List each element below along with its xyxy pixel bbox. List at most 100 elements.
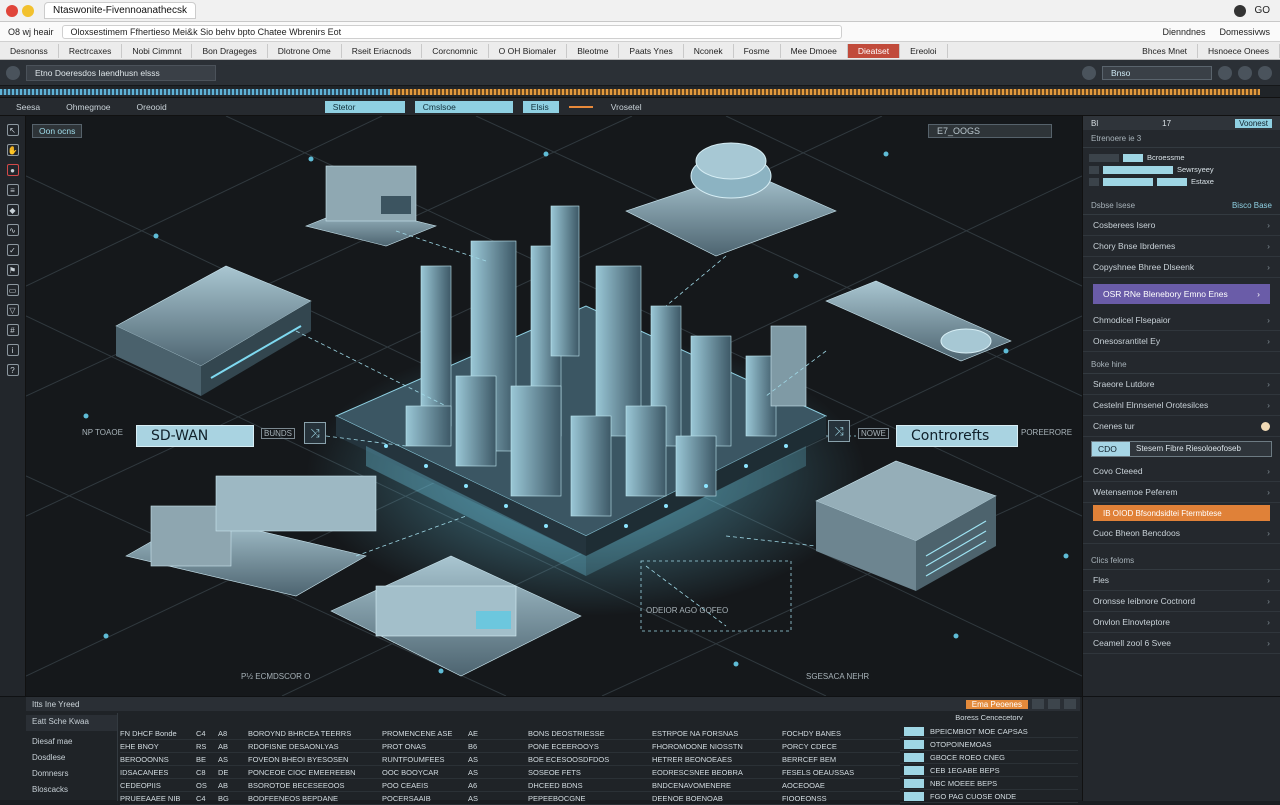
panel-input[interactable]: CDO Stesem Fibre Riesoloeofoseb — [1091, 441, 1272, 457]
pan-tool-icon[interactable]: ✋ — [6, 144, 19, 156]
section-2-link[interactable]: Bisco Base — [1232, 201, 1272, 210]
info-tool-icon[interactable]: i — [6, 344, 19, 356]
log-side-row[interactable]: BPEICMBIOT MOE CAPSAS — [900, 725, 1078, 738]
panel-row[interactable]: Cestelnl Elnnsenel Orotesilces › — [1083, 395, 1280, 416]
log-export-icon[interactable] — [1048, 699, 1060, 709]
log-table-row[interactable]: IDSACANEES C8 DE PONCEOE CIOC EMEEREEBN OOC … — [120, 766, 900, 779]
expand-icon[interactable] — [1258, 65, 1272, 80]
menu-item[interactable]: O OH Biomaler — [489, 43, 568, 58]
profile-icon[interactable] — [1234, 4, 1247, 17]
menu-item[interactable]: Desnonss — [0, 43, 59, 58]
node-tool-icon[interactable]: ◆ — [6, 204, 19, 216]
menu-item[interactable]: Corcnomnic — [422, 43, 489, 58]
nav-controls[interactable]: O8 wj heair — [8, 27, 54, 37]
network-topology-canvas[interactable]: Oon ocns E7_OOGS NP TOAOE SD-WAN BUNDS ⤨… — [26, 116, 1082, 696]
panel-row[interactable]: Chory Bnse Ibrdemes › — [1083, 236, 1280, 257]
minimize-window-icon[interactable] — [22, 4, 34, 17]
tab-vrosetel[interactable]: Vrosetel — [603, 101, 650, 113]
tab-ohmegmoe[interactable]: Ohmegmoe — [58, 101, 118, 113]
log-side-row[interactable]: NBC MOEEE BEPS — [900, 777, 1078, 790]
log-table-row[interactable]: BEROOONNS BE AS FOVEON BHEOI BYESOSEN RUNTFO… — [120, 753, 900, 766]
menu-item[interactable]: Fosme — [734, 43, 781, 58]
addr-right-1[interactable]: Dienndnes — [1162, 27, 1205, 37]
user-icon[interactable] — [1238, 65, 1252, 80]
panel-row[interactable]: Cosberees Isero › — [1083, 215, 1280, 236]
view-combo[interactable]: Etno Doeresdos Iaendhusn elsss — [26, 64, 216, 81]
panel-row[interactable]: Covo Cteeed › — [1083, 461, 1280, 482]
log-filter-badge[interactable]: Ema Peoenes — [965, 699, 1028, 709]
flag-tool-icon[interactable]: ⚑ — [6, 264, 19, 276]
panel-row[interactable]: Cnenes tur — [1083, 416, 1280, 437]
menu-right-2[interactable]: Hsnoece Onees — [1198, 43, 1280, 58]
log-table-row[interactable]: PRUEEAAEE NIB C4 BG BODFEENEOS BEPDANE POCER… — [120, 792, 900, 805]
tab-orange-marker[interactable] — [568, 105, 593, 108]
left-connector-icon[interactable]: ⤨ — [304, 422, 326, 444]
log-side-row[interactable]: FGO PAG CUOSE ONDE — [900, 790, 1078, 803]
mini-row[interactable]: Estaxe — [1089, 177, 1274, 186]
menu-item-highlight[interactable]: Dieatset — [847, 43, 901, 58]
log-category[interactable]: Dosdlese — [26, 751, 117, 767]
log-category[interactable]: Bloscacks — [26, 783, 117, 799]
mini-row[interactable]: Sewrsyeey — [1089, 165, 1274, 174]
link-tool-icon[interactable]: ∿ — [6, 224, 19, 236]
panel-row[interactable]: Wetensemoe Peferem › — [1083, 482, 1280, 503]
menu-item[interactable]: Rectrcaxes — [59, 43, 123, 58]
zone-tool-icon[interactable]: ▭ — [6, 284, 19, 296]
log-side-row[interactable]: OTOPOINEMOAS — [900, 738, 1078, 751]
menu-item[interactable]: Bon Drageges — [192, 43, 268, 58]
menu-item[interactable]: Dlotrone Ome — [268, 43, 342, 58]
sd-wan-label[interactable]: SD-WAN — [136, 425, 254, 447]
menu-item[interactable]: Nconek — [684, 43, 734, 58]
layers-tool-icon[interactable]: ≡ — [6, 184, 19, 196]
log-close-icon[interactable] — [1064, 699, 1076, 709]
left-server[interactable] — [115, 265, 312, 396]
panel-row[interactable]: Sraeore Lutdore › — [1083, 374, 1280, 395]
log-table-row[interactable]: EHE BNOY RS AB RDOFISNE DESAONLYAS PROT ONAS… — [120, 740, 900, 753]
panel-row[interactable]: Cuoc Bheon Bencdoos › — [1083, 523, 1280, 544]
panel-row[interactable]: Onvlon Elnovteptore › — [1083, 612, 1280, 633]
log-settings-icon[interactable] — [1032, 699, 1044, 709]
controllers-label[interactable]: Controrefts — [896, 425, 1018, 447]
input-value[interactable]: Stesem Fibre Riesoloeofoseb — [1130, 442, 1271, 456]
log-side-row[interactable]: GBOCE ROEO CNEG — [900, 751, 1078, 764]
tab-oreooid[interactable]: Oreooid — [129, 101, 175, 113]
timeline-ruler[interactable] — [0, 86, 1280, 98]
panel-row[interactable]: Copyshnee Bhree Dlseenk › — [1083, 257, 1280, 278]
panel-row[interactable]: Onesosrantitel Ey › — [1083, 331, 1280, 352]
url-field[interactable]: Oloxsestimem Ffhertieso Mei&k Sio behv b… — [61, 24, 842, 39]
toolbar-field[interactable]: Bnso — [1102, 65, 1212, 80]
panel-row[interactable]: Ceamell zool 6 Svee › — [1083, 633, 1280, 654]
menu-item[interactable]: Mee Dmoee — [781, 43, 848, 58]
menu-item[interactable]: Nobi Cimmnt — [122, 43, 193, 58]
mini-row[interactable]: Bcroessme — [1089, 153, 1274, 162]
panel-header-c[interactable]: Voonest — [1235, 118, 1272, 128]
close-window-icon[interactable] — [6, 4, 18, 17]
tab-stetor[interactable]: Stetor — [324, 100, 405, 113]
check-tool-icon[interactable]: ✓ — [6, 244, 19, 256]
help-tool-icon[interactable]: ? — [6, 364, 19, 376]
settings-icon[interactable] — [6, 65, 20, 80]
tag-tool-icon[interactable]: # — [6, 324, 19, 336]
refresh-icon[interactable] — [1218, 65, 1232, 80]
menu-item[interactable]: Bleotme — [567, 43, 620, 58]
menu-item[interactable]: Ereoloi — [900, 43, 948, 58]
log-side-row[interactable]: CEB 1EGABE BEPS — [900, 764, 1078, 777]
addr-right-2[interactable]: Domessivws — [1219, 27, 1270, 37]
panel-row[interactable]: Fles › — [1083, 570, 1280, 591]
select-tool-icon[interactable]: ↖ — [6, 124, 19, 136]
tab-elsis[interactable]: Elsis — [522, 100, 559, 113]
log-category[interactable]: Domnesrs — [26, 767, 117, 783]
panel-row[interactable]: Oronsse Ieibnore Coctnord › — [1083, 591, 1280, 612]
browser-tab[interactable]: Ntaswonite-Fivennoanathecsk — [44, 2, 196, 19]
top-left-device[interactable] — [305, 165, 437, 247]
record-icon[interactable] — [1082, 65, 1096, 80]
panel-row-selected[interactable]: OSR RNe Blenebory Emno Enes › — [1093, 284, 1270, 304]
menu-item[interactable]: Paats Ynes — [619, 43, 684, 58]
tab-cmslsoe[interactable]: Cmslsoe — [414, 100, 513, 113]
log-category[interactable]: Diesaf mae — [26, 735, 117, 751]
panel-row-warning[interactable]: IB OIOD Bfsondsidtei Ftermbtese — [1093, 505, 1270, 521]
toggle-dot-icon[interactable] — [1261, 421, 1270, 431]
log-table-row[interactable]: CEDEOPIIS OS AB BSOROTOE BECESEEOOS POO CEAE… — [120, 779, 900, 792]
right-connector-icon[interactable]: ⤨ — [828, 420, 850, 442]
log-table-row[interactable]: FN DHCF Bonde C4 A8 BOROYND BHRCEA TEERRS PR… — [120, 727, 900, 740]
